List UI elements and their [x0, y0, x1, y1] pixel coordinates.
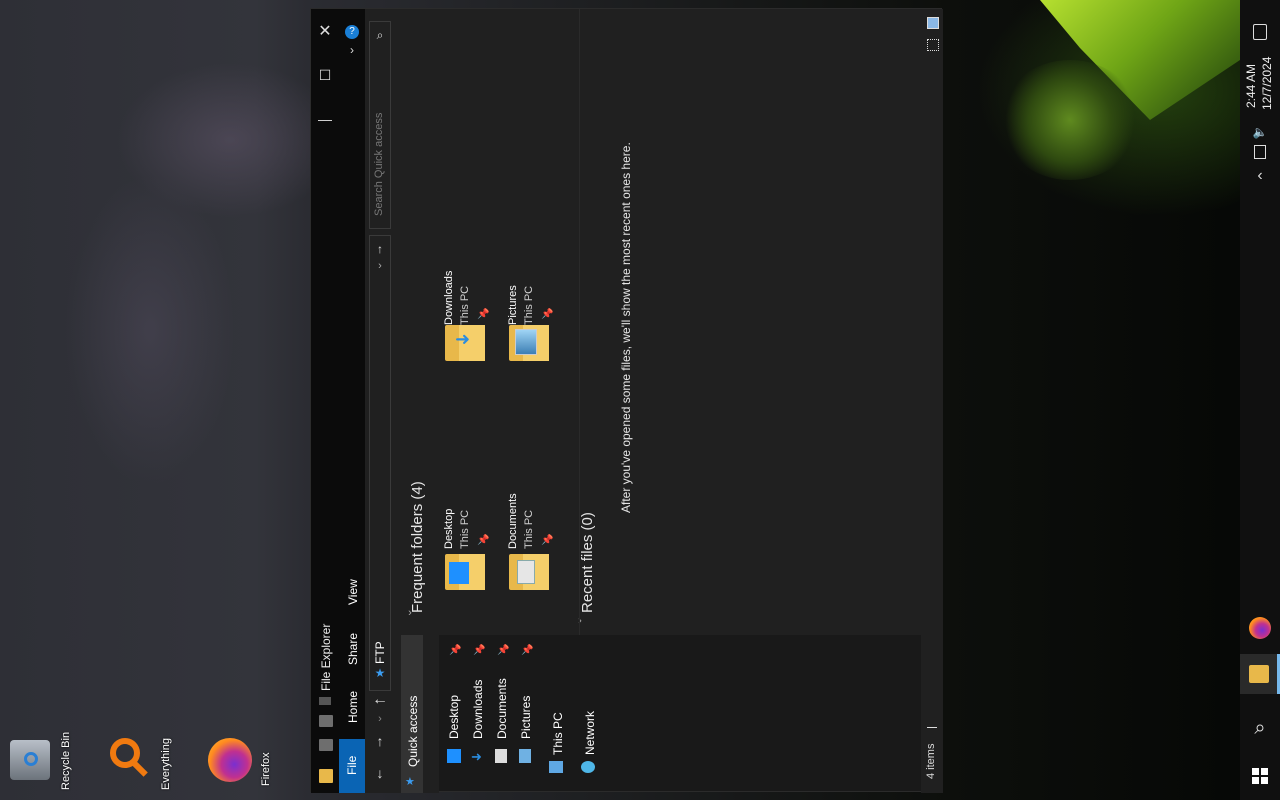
recent-empty-message: After you've opened some files, we'll sh… [619, 142, 633, 513]
expand-ribbon-chevron-icon[interactable]: › [343, 43, 361, 57]
desktop-icon-label: Everything [160, 738, 172, 790]
tab-home[interactable]: Home [346, 691, 360, 723]
pin-icon: 📌 [541, 309, 554, 320]
desktop-overlay-icon [449, 562, 469, 584]
taskbar-file-explorer-icon[interactable] [1240, 654, 1280, 694]
explorer-app-icon [319, 769, 333, 783]
pin-icon: 📌 [477, 535, 490, 546]
close-button[interactable]: ✕ [315, 21, 335, 41]
recycle-arrows-icon [24, 752, 38, 766]
desktop-folder-icon [445, 554, 485, 590]
network-icon [581, 761, 595, 773]
status-bar: 4 items [921, 9, 943, 793]
star-icon: ★ [374, 666, 386, 680]
downloads-folder-icon: ➜ [445, 325, 485, 361]
taskbar: 2:44 AM 12/7/2024 🔈 ‹ ⌕ [1240, 0, 1280, 800]
this-pc-icon [549, 761, 563, 773]
file-explorer-window: ✕ ☐ — File Explorer File Home Share View… [310, 8, 943, 793]
star-icon: ★ [405, 776, 415, 788]
taskbar-firefox-icon[interactable] [1240, 608, 1280, 648]
desktop-icon-label: Firefox [260, 752, 272, 786]
folder-location: This PC [459, 285, 471, 325]
back-button[interactable]: ← [371, 691, 389, 709]
downloads-small-icon: ➜ [471, 749, 482, 764]
refresh-icon[interactable]: ↑ [372, 242, 388, 256]
pin-icon: 📌 [541, 535, 554, 546]
documents-folder-icon [509, 554, 549, 590]
pin-icon: 📌 [521, 645, 534, 656]
navigation-pane: ★ Quick access [395, 635, 439, 793]
qat-divider-icon [319, 697, 331, 705]
vertical-divider [579, 9, 580, 635]
search-icon[interactable]: ⌕ [1240, 708, 1280, 748]
pin-icon: 📌 [473, 645, 486, 656]
clock-date: 12/7/2024 [1260, 56, 1274, 110]
recycle-bin-icon [10, 740, 50, 780]
window-title: File Explorer [319, 623, 333, 691]
recent-locations-button[interactable]: ↓ [371, 765, 389, 781]
clock-time: 2:44 AM [1244, 63, 1258, 108]
folder-location: This PC [523, 509, 535, 549]
search-placeholder: Search Quick access [373, 112, 385, 216]
frequent-folders-header: Frequent folders (4) [409, 481, 426, 613]
folder-name: Pictures [507, 285, 519, 325]
tab-share[interactable]: Share [346, 633, 360, 665]
maximize-button[interactable]: ☐ [315, 67, 335, 84]
pictures-folder-icon [509, 325, 549, 361]
down-arrow-overlay-icon: ➜ [455, 329, 471, 349]
document-overlay-icon [517, 560, 535, 584]
content-pane: › Frequent folders (4) Desktop This PC 📌… [395, 9, 921, 635]
minimize-button[interactable]: — [315, 111, 335, 127]
pin-icon: 📌 [477, 309, 490, 320]
address-dropdown-chevron-icon[interactable]: › [372, 260, 388, 272]
tab-file[interactable]: File [339, 739, 365, 793]
pictures-small-icon [519, 749, 531, 763]
address-text: FTP [373, 641, 387, 664]
nav-item-quick-access[interactable]: ★ Quick access [401, 635, 423, 793]
qat-new-folder-icon[interactable] [319, 739, 333, 751]
pin-icon: 📌 [497, 645, 510, 656]
documents-small-icon [495, 749, 507, 763]
desktop-icon-label: Recycle Bin [60, 731, 72, 790]
folder-name: Downloads [443, 270, 455, 325]
folder-name: Desktop [443, 508, 455, 549]
details-view-icon[interactable] [927, 17, 939, 29]
large-icons-view-icon[interactable] [927, 39, 939, 51]
start-button[interactable] [1240, 756, 1280, 796]
title-bar: ✕ ☐ — File Explorer [311, 9, 339, 793]
tab-view[interactable]: View [346, 579, 360, 605]
status-item-count: 4 items [925, 743, 937, 779]
wallpaper-moss [1000, 60, 1140, 180]
folder-location: This PC [523, 285, 535, 325]
forward-button[interactable]: › [371, 713, 389, 725]
recent-collapse-chevron-icon[interactable]: › [573, 615, 587, 627]
folder-name: Documents [507, 493, 519, 549]
ribbon: File Home Share View ? › [339, 9, 365, 793]
search-icon: ⌕ [376, 28, 384, 42]
windows-logo-icon [1252, 768, 1268, 784]
pin-icon: 📌 [449, 645, 462, 656]
search-box[interactable]: ⌕ Search Quick access [369, 21, 391, 229]
qat-properties-icon[interactable] [319, 715, 333, 727]
show-hidden-icons-chevron-icon[interactable]: ‹ [1240, 156, 1280, 196]
nav-quick-access-items: Desktop 📌 ➜ Downloads 📌 Documents 📌 Pict… [445, 641, 597, 793]
firefox-icon [208, 738, 252, 782]
folder-location: This PC [459, 509, 471, 549]
action-center-icon[interactable] [1240, 12, 1280, 52]
address-bar-row: ← › ↑ ↓ ★ FTP › ↑ ⌕ Search Quick access [365, 9, 395, 793]
address-field[interactable]: ★ FTP › ↑ [369, 235, 391, 691]
up-button[interactable]: ↑ [371, 733, 389, 749]
desktop-small-icon [447, 749, 461, 763]
picture-overlay-icon [515, 329, 537, 355]
status-divider [927, 727, 937, 728]
recent-files-header: Recent files (0) [579, 512, 596, 613]
help-icon[interactable]: ? [345, 25, 359, 39]
everything-handle-icon [132, 761, 148, 777]
